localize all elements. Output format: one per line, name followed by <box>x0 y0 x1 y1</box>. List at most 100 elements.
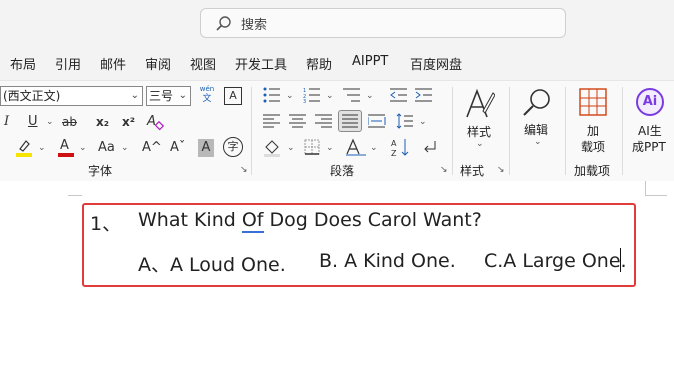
search-icon <box>216 16 231 31</box>
margin-mark-left <box>68 195 82 196</box>
numbered-list-icon[interactable]: 1 2 3 <box>303 87 321 103</box>
menu-item-view[interactable]: 视图 <box>190 54 216 73</box>
align-right-icon[interactable] <box>315 113 333 129</box>
margin-mark-right-h <box>645 195 667 196</box>
superscript-icon[interactable]: x² <box>122 113 135 131</box>
chevron-down-icon[interactable]: ⌄ <box>287 143 295 153</box>
menu-item-review[interactable]: 审阅 <box>145 54 171 73</box>
ribbon: (西文正文) ⌄ 三号 ⌄ wén 文 A I U ⌄ ab x₂ x² A ⌄… <box>0 80 674 182</box>
font-name-select[interactable]: (西文正文) ⌄ <box>0 86 143 106</box>
highlighter-icon[interactable] <box>14 139 34 157</box>
chevron-down-icon[interactable]: ⌄ <box>286 91 294 101</box>
option-b[interactable]: B. A Kind One. <box>319 250 456 272</box>
decrease-indent-icon[interactable] <box>390 87 408 103</box>
font-color-button[interactable]: A <box>58 137 74 157</box>
align-center-icon[interactable] <box>289 113 307 129</box>
char-border-icon[interactable]: A <box>224 87 242 105</box>
font-name-value: (西文正文) <box>3 89 61 103</box>
paragraph-group-label: 段落 <box>330 164 355 178</box>
menu-item-layout[interactable]: 布局 <box>10 54 36 73</box>
addins-grid-icon <box>579 88 607 116</box>
group-divider <box>622 87 623 175</box>
chevron-down-icon[interactable]: ⌄ <box>79 143 87 153</box>
justify-button[interactable] <box>338 110 362 132</box>
chevron-down-icon[interactable]: ⌄ <box>326 143 334 153</box>
chevron-down-icon: ⌄ <box>476 139 484 149</box>
addins-button[interactable]: 加 载项 <box>573 85 613 155</box>
borders-icon[interactable] <box>304 139 320 155</box>
styles-group-label: 样式 <box>460 164 485 178</box>
subscript-icon[interactable]: x₂ <box>96 113 109 131</box>
menu-item-developer[interactable]: 开发工具 <box>235 54 287 73</box>
menu-item-aippt[interactable]: AIPPT <box>352 54 388 69</box>
dialog-launcher-icon[interactable]: ↘ <box>440 165 448 175</box>
addins-group-label: 加载项 <box>574 164 611 178</box>
editing-button[interactable]: 编辑 ⌄ <box>518 85 556 155</box>
chevron-down-icon[interactable]: ⌄ <box>46 117 54 127</box>
chevron-down-icon: ⌄ <box>534 137 542 147</box>
dialog-launcher-icon[interactable]: ↘ <box>240 165 248 175</box>
chevron-down-icon[interactable]: ⌄ <box>38 143 46 153</box>
addins-label-line2: 载项 <box>581 140 606 154</box>
margin-mark-right <box>645 181 646 196</box>
font-color-swatch <box>58 153 74 157</box>
addins-label-line1: 加 <box>587 124 600 138</box>
change-case-icon[interactable]: Aa <box>98 139 115 157</box>
align-left-icon[interactable] <box>263 113 281 129</box>
shrink-font-icon[interactable]: Aˇ <box>170 139 185 157</box>
magnifier-icon <box>523 89 550 116</box>
menu-item-baidu-netdisk[interactable]: 百度网盘 <box>410 54 462 73</box>
multilevel-list-icon[interactable] <box>343 87 361 103</box>
chevron-down-icon[interactable]: ⌄ <box>370 143 378 153</box>
distributed-icon[interactable] <box>368 113 386 129</box>
menu-item-references[interactable]: 引用 <box>55 54 81 73</box>
search-placeholder: 搜索 <box>241 18 268 33</box>
chevron-down-icon: ⌄ <box>178 90 187 101</box>
chevron-down-icon[interactable]: ⌄ <box>366 91 374 101</box>
paint-bucket-icon[interactable] <box>263 139 281 157</box>
chevron-down-icon[interactable]: ⌄ <box>419 117 427 127</box>
font-size-select[interactable]: 三号 ⌄ <box>146 86 191 106</box>
svg-text:A: A <box>391 139 397 148</box>
chevron-down-icon[interactable]: ⌄ <box>326 91 334 101</box>
search-box[interactable]: 搜索 <box>200 8 566 38</box>
dialog-launcher-icon[interactable]: ↘ <box>497 165 505 175</box>
question-text[interactable]: What Kind Of Dog Does Carol Want? <box>138 209 482 233</box>
char-shading-icon[interactable]: A <box>198 139 214 157</box>
italic-icon[interactable]: I <box>4 113 9 131</box>
text-direction-icon[interactable] <box>345 138 367 156</box>
justify-icon <box>342 114 358 128</box>
strikethrough-icon[interactable]: ab <box>62 113 77 131</box>
chevron-down-icon[interactable]: ⌄ <box>121 143 129 153</box>
question-number[interactable]: 1、 <box>90 209 121 236</box>
eraser-icon <box>154 121 164 131</box>
option-a[interactable]: A、A Loud One. <box>138 250 286 277</box>
bullet-list-icon[interactable] <box>263 87 281 103</box>
menu-bar: 布局 引用 邮件 审阅 视图 开发工具 帮助 AIPPT 百度网盘 <box>0 46 674 80</box>
styles-button-label: 样式 <box>467 125 492 139</box>
sort-icon[interactable]: AZ <box>391 137 411 157</box>
increase-indent-icon[interactable] <box>415 87 433 103</box>
option-c[interactable]: C.A Large One. <box>484 250 627 272</box>
chevron-down-icon: ⌄ <box>130 90 139 101</box>
group-divider <box>251 87 252 175</box>
editing-button-label: 编辑 <box>524 123 549 137</box>
svg-text:3: 3 <box>303 99 306 103</box>
question-text-underlined: Of <box>241 209 264 233</box>
styles-button[interactable]: 样式 ⌄ <box>462 85 498 155</box>
menu-item-help[interactable]: 帮助 <box>306 54 332 73</box>
line-spacing-icon[interactable] <box>396 113 414 129</box>
styles-icon <box>466 88 495 118</box>
grow-font-icon[interactable]: A^ <box>142 139 162 157</box>
paragraph-mark-icon[interactable] <box>421 139 439 157</box>
question-text-after: Dog Does Carol Want? <box>263 209 482 231</box>
group-divider <box>509 87 510 175</box>
font-size-value: 三号 <box>149 89 174 103</box>
ai-icon: Ai <box>636 88 664 116</box>
enclose-char-icon[interactable]: 字 <box>223 137 243 157</box>
underline-icon[interactable]: U <box>28 113 38 131</box>
phonetic-guide-icon[interactable]: wén 文 <box>197 85 217 109</box>
ai-ppt-button[interactable]: Ai AI生 成PPT <box>630 85 674 155</box>
text-cursor <box>620 248 621 272</box>
menu-item-mailings[interactable]: 邮件 <box>100 54 126 73</box>
